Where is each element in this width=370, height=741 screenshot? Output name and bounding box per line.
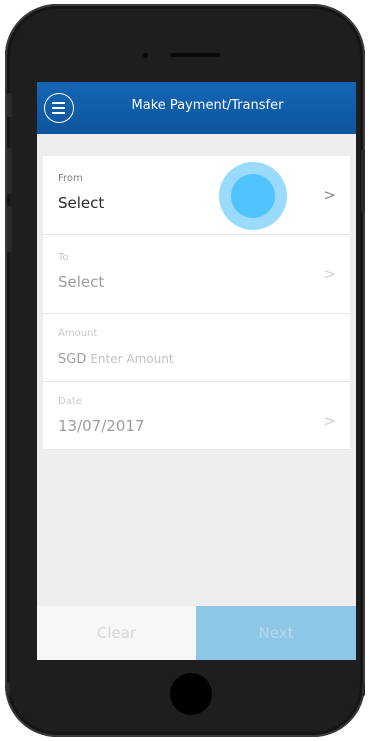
amount-label: Amount	[58, 328, 98, 339]
chevron-right-icon: >	[323, 186, 336, 204]
amount-placeholder: Enter Amount	[90, 352, 174, 366]
volume-up-button	[7, 148, 12, 194]
date-field[interactable]: Date 13/07/2017 >	[43, 382, 350, 450]
touch-indicator	[219, 162, 287, 230]
action-bar: Clear Next	[37, 606, 356, 660]
date-value: 13/07/2017	[58, 417, 145, 435]
chevron-right-icon: >	[323, 412, 336, 430]
frame-edge-marker	[7, 682, 10, 696]
from-value: Select	[58, 194, 105, 212]
page-title: Make Payment/Transfer	[131, 98, 284, 113]
chevron-right-icon: >	[323, 265, 336, 283]
currency-code: SGD	[58, 352, 87, 367]
phone-frame: Make Payment/Transfer From Select > To S…	[5, 4, 365, 737]
mute-switch	[7, 93, 12, 117]
clear-button[interactable]: Clear	[37, 606, 196, 660]
volume-down-button	[7, 206, 12, 252]
app-screen: Make Payment/Transfer From Select > To S…	[37, 82, 356, 660]
app-header: Make Payment/Transfer	[37, 82, 356, 134]
power-button	[361, 150, 365, 212]
next-button[interactable]: Next	[196, 606, 356, 660]
earpiece-speaker	[170, 53, 220, 57]
to-value: Select	[58, 273, 105, 291]
home-button[interactable]	[170, 673, 212, 715]
date-label: Date	[58, 396, 82, 407]
from-account-field[interactable]: From Select >	[43, 156, 350, 235]
payment-form: From Select > To Select > Amount SGD Ente…	[43, 156, 350, 450]
amount-input[interactable]: SGD Enter Amount	[58, 349, 174, 367]
to-account-field[interactable]: To Select >	[43, 235, 350, 314]
amount-field[interactable]: Amount SGD Enter Amount	[43, 314, 350, 382]
touch-indicator-core	[231, 174, 275, 218]
to-label: To	[58, 252, 69, 263]
frame-edge-marker	[362, 682, 365, 696]
from-label: From	[58, 173, 83, 184]
front-camera	[143, 53, 148, 58]
